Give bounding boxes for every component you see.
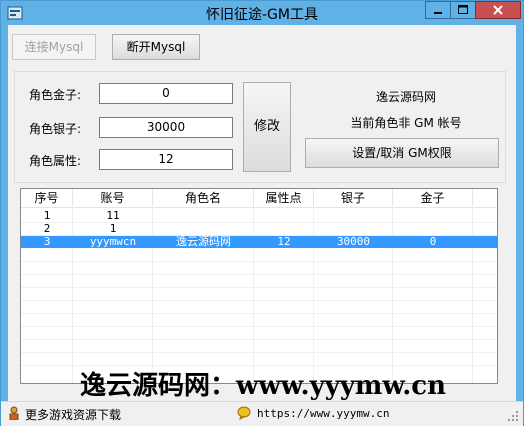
- status-bar: 更多游戏资源下载 https://www.yyymw.cn: [1, 401, 523, 426]
- attribute-input[interactable]: 12: [99, 149, 233, 170]
- gm-status-text: 当前角色非 GM 帐号: [350, 116, 462, 130]
- watermark-banner: 逸云源码网：www.yyymw.cn: [80, 371, 446, 401]
- person-icon: [9, 406, 19, 420]
- cell-gold: 0: [429, 235, 437, 248]
- chat-bubble-icon: [237, 406, 251, 420]
- grid-line: [21, 339, 497, 340]
- cell-attr-points: 12: [277, 235, 291, 248]
- toggle-gm-button[interactable]: 设置/取消 GM权限: [305, 138, 499, 168]
- cell-account: 1: [109, 222, 117, 235]
- close-icon: [493, 5, 503, 15]
- column-header[interactable]: 角色名: [153, 189, 254, 207]
- cell-index: 1: [43, 209, 51, 222]
- grid-line: [21, 326, 497, 327]
- cell-role-name: 逸云源码网: [176, 235, 231, 248]
- grid-line: [21, 287, 497, 288]
- modify-button[interactable]: 修改: [243, 82, 291, 172]
- resize-grip-icon[interactable]: [507, 410, 519, 422]
- grid-line: [21, 222, 497, 223]
- maximize-icon: [458, 5, 468, 14]
- gold-input[interactable]: 0: [99, 83, 233, 104]
- column-header[interactable]: 账号: [73, 189, 153, 207]
- table-row[interactable]: 2 1: [21, 222, 497, 235]
- column-header[interactable]: 序号: [21, 189, 73, 207]
- gold-label: 角色金子:: [29, 88, 82, 102]
- attribute-label: 角色属性:: [29, 154, 82, 168]
- silver-label: 角色银子:: [29, 122, 82, 136]
- column-header[interactable]: 属性点: [254, 189, 314, 207]
- title-bar[interactable]: 怀旧征途-GM工具: [1, 1, 523, 24]
- disconnect-mysql-button[interactable]: 断开Mysql: [112, 34, 200, 60]
- grid-line: [21, 313, 497, 314]
- grid-line: [21, 352, 497, 353]
- grid-line: [21, 235, 497, 236]
- table-row-selected[interactable]: 3 yyymwcn 逸云源码网 12 30000 0: [21, 235, 497, 248]
- minimize-button[interactable]: [425, 1, 451, 19]
- cell-account: yyymwcn: [89, 235, 137, 248]
- silver-input[interactable]: 30000: [99, 117, 233, 138]
- column-header[interactable]: 银子: [314, 189, 393, 207]
- maximize-button[interactable]: [450, 1, 476, 19]
- cell-index: 3: [43, 235, 51, 248]
- cell-account: 11: [106, 209, 120, 222]
- cell-index: 2: [43, 222, 51, 235]
- website-url[interactable]: https://www.yyymw.cn: [257, 407, 389, 420]
- main-panel: 连接Mysql 断开Mysql 角色金子: 0 角色银子: 30000 角色属性…: [8, 25, 516, 419]
- minimize-icon: [434, 12, 442, 14]
- grid-line: [21, 274, 497, 275]
- site-name-text: 逸云源码网: [375, 90, 436, 104]
- more-resources-link[interactable]: 更多游戏资源下载: [25, 406, 121, 423]
- cell-silver: 30000: [336, 235, 371, 248]
- grid-line: [21, 300, 497, 301]
- grid-line: [21, 261, 497, 262]
- table-row[interactable]: 1 11: [21, 209, 497, 222]
- column-header[interactable]: 金子: [393, 189, 473, 207]
- role-edit-group: 角色金子: 0 角色银子: 30000 角色属性: 12 修改 逸云源码网 当前…: [14, 71, 506, 183]
- app-window: 怀旧征途-GM工具 连接Mysql 断开Mysql 角色金子: 0 角色银子: …: [0, 0, 524, 426]
- list-header: 序号 账号 角色名 属性点 银子 金子: [21, 189, 497, 208]
- role-list[interactable]: 序号 账号 角色名 属性点 银子 金子 1 11 2 1 3 yyymwcn 逸…: [20, 188, 498, 384]
- connect-mysql-button[interactable]: 连接Mysql: [12, 34, 96, 60]
- close-button[interactable]: [475, 1, 521, 19]
